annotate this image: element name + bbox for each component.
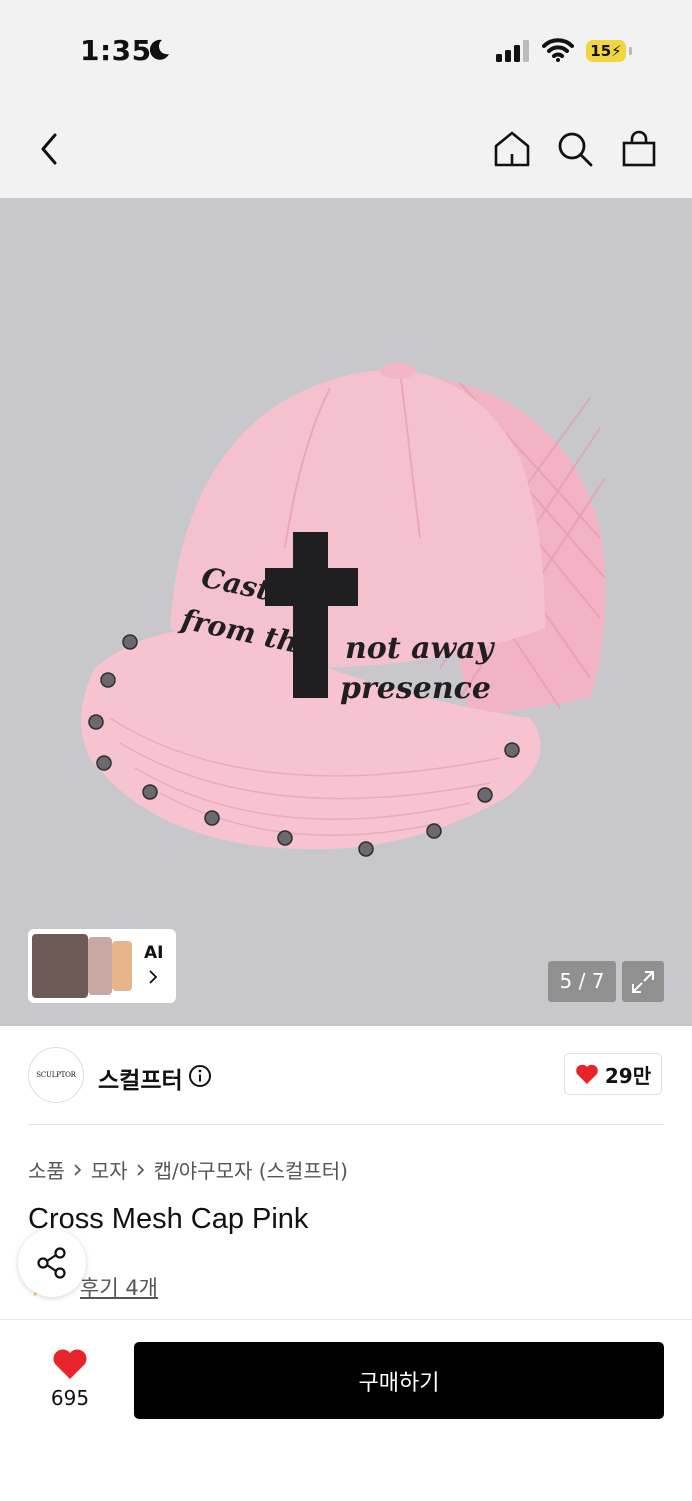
heart-icon xyxy=(53,1349,87,1379)
brand-logo-text: SCULPTOR xyxy=(36,1071,76,1079)
cart-button[interactable] xyxy=(618,128,660,170)
heart-icon xyxy=(576,1064,598,1084)
buy-button[interactable]: 구매하기 xyxy=(134,1342,664,1419)
chevron-left-icon xyxy=(41,133,57,165)
signal-icon xyxy=(496,40,529,62)
styling-photo-1 xyxy=(32,934,88,998)
battery-cap xyxy=(629,47,632,55)
wifi-icon xyxy=(542,38,574,62)
breadcrumb-item-2[interactable]: 모자 xyxy=(91,1155,128,1184)
styling-photo-3 xyxy=(112,941,132,991)
ai-styling-thumbnail[interactable]: AI xyxy=(28,929,176,1003)
battery-indicator: 15⚡ xyxy=(586,40,626,62)
breadcrumb: 소품 모자 캡/야구모자 (스컬프터) xyxy=(28,1155,348,1184)
image-counter: 5 / 7 xyxy=(548,961,616,1002)
moon-icon xyxy=(149,39,169,60)
breadcrumb-item-3[interactable]: 캡/야구모자 (스컬프터) xyxy=(154,1155,348,1184)
battery-level: 15 xyxy=(590,42,612,60)
search-button[interactable] xyxy=(554,128,596,170)
embroidery-text-4: presence xyxy=(340,671,491,706)
chevron-right-icon xyxy=(74,1163,81,1176)
brand-row: SCULPTOR 스컬프터 29만 xyxy=(0,1026,692,1126)
share-button[interactable] xyxy=(18,1229,86,1297)
status-bar: 1:35 15⚡ xyxy=(0,0,692,100)
wishlist-count: 695 xyxy=(50,1386,90,1410)
chevron-right-icon xyxy=(137,1163,144,1176)
product-title: Cross Mesh Cap Pink xyxy=(28,1203,309,1235)
brand-logo[interactable]: SCULPTOR xyxy=(28,1047,84,1103)
expand-button[interactable] xyxy=(622,961,664,1002)
divider xyxy=(28,1124,664,1125)
back-button[interactable] xyxy=(28,128,70,170)
chevron-right-icon xyxy=(149,970,158,984)
home-button[interactable] xyxy=(491,128,533,170)
brand-name[interactable]: 스컬프터 xyxy=(98,1061,183,1095)
product-image[interactable]: Cast me from thy not away presence xyxy=(0,198,692,1026)
brand-like-count: 29만 xyxy=(604,1063,652,1088)
shopping-bag-icon xyxy=(622,130,656,167)
bottom-bar: 695 구매하기 xyxy=(0,1319,692,1501)
status-time: 1:35 xyxy=(80,34,152,67)
nav-bar xyxy=(0,100,692,198)
search-icon xyxy=(558,132,593,167)
share-icon xyxy=(37,1247,66,1279)
wishlist-button[interactable]: 695 xyxy=(40,1348,100,1418)
embroidery-text-3: not away xyxy=(345,631,496,666)
expand-icon xyxy=(632,970,654,993)
brand-like-button[interactable]: 29만 xyxy=(564,1053,662,1095)
info-icon[interactable] xyxy=(188,1064,212,1088)
styling-photo-2 xyxy=(88,937,112,995)
breadcrumb-item-1[interactable]: 소품 xyxy=(28,1155,65,1184)
review-link[interactable]: 후기 4개 xyxy=(80,1272,158,1302)
ai-label: AI xyxy=(144,943,164,963)
pink-cap-illustration: Cast me from thy not away presence xyxy=(81,363,606,857)
home-icon xyxy=(494,131,530,167)
